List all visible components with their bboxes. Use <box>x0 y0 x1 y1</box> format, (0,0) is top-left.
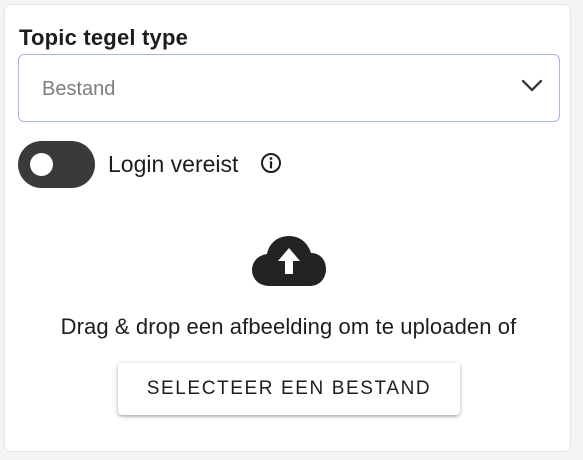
upload-instruction: Drag & drop een afbeelding om te uploade… <box>60 314 517 339</box>
toggle-knob <box>30 153 53 176</box>
login-required-toggle[interactable] <box>18 141 95 188</box>
login-required-label: Login vereist <box>108 151 239 177</box>
info-icon[interactable] <box>260 152 282 174</box>
tile-type-selected-value: Bestand <box>42 78 116 100</box>
tile-type-label: Topic tegel type <box>19 25 189 50</box>
tile-type-select[interactable]: Bestand <box>18 54 560 122</box>
topic-tile-form: Topic tegel type Bestand Login vereist D… <box>4 4 571 452</box>
cloud-upload-icon <box>252 236 326 286</box>
select-file-button[interactable]: SELECTEER EEN BESTAND <box>118 363 460 415</box>
chevron-down-icon[interactable] <box>521 79 543 93</box>
